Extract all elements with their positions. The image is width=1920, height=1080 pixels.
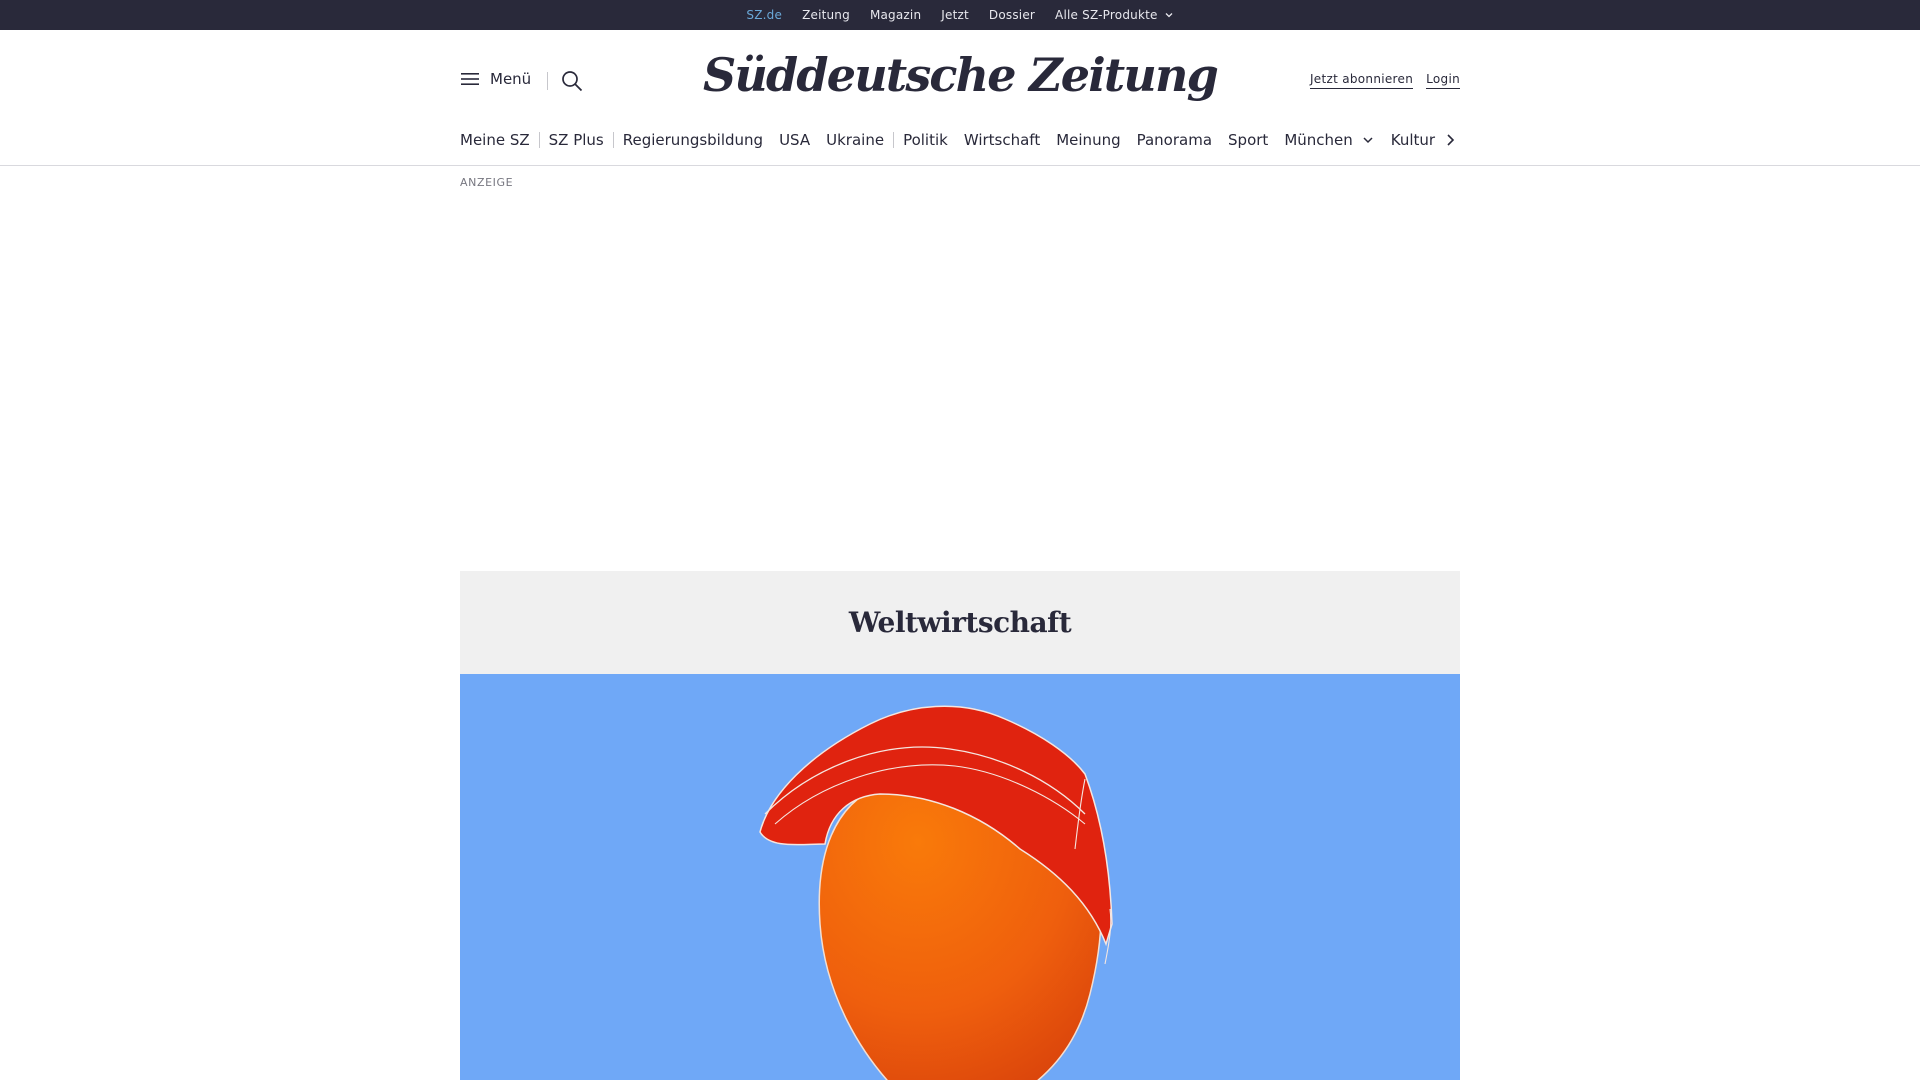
- product-link-sz-de[interactable]: SZ.de: [746, 0, 782, 30]
- product-link-dossier[interactable]: Dossier: [989, 0, 1035, 30]
- chevron-right-icon[interactable]: [1440, 130, 1460, 150]
- all-products-dropdown[interactable]: Alle SZ-Produkte: [1055, 0, 1174, 30]
- header-inner: Menü Süddeutsche Zeitung Jetzt abonniere…: [460, 30, 1460, 166]
- illustration-cap-head: [759, 705, 1113, 1080]
- ressort-divider: [612, 132, 614, 148]
- ressort-divider: [538, 132, 540, 148]
- ressort-meine-sz[interactable]: Meine SZ: [460, 131, 530, 149]
- teaser-kicker: Weltwirtschaft: [848, 606, 1072, 639]
- ressort-muenchen-label: München: [1284, 131, 1353, 149]
- ressort-politik[interactable]: Politik: [903, 131, 948, 149]
- chevron-down-icon: [1363, 137, 1373, 144]
- product-link-magazin[interactable]: Magazin: [870, 0, 921, 30]
- ressort-meinung[interactable]: Meinung: [1056, 131, 1120, 149]
- top-product-bar: SZ.de Zeitung Magazin Jetzt Dossier Alle…: [0, 0, 1920, 30]
- product-link-jetzt[interactable]: Jetzt: [941, 0, 969, 30]
- teaser-image[interactable]: [460, 674, 1460, 1080]
- ad-label: ANZEIGE: [460, 176, 514, 189]
- all-products-label: Alle SZ-Produkte: [1055, 8, 1158, 22]
- ressort-regierungsbildung[interactable]: Regierungsbildung: [623, 131, 763, 149]
- chevron-down-icon: [1165, 13, 1173, 18]
- ressort-ukraine[interactable]: Ukraine: [826, 131, 884, 149]
- ressort-kultur[interactable]: Kultur: [1391, 131, 1435, 149]
- login-link[interactable]: Login: [1426, 72, 1460, 89]
- product-link-zeitung[interactable]: Zeitung: [802, 0, 850, 30]
- ressort-nav: Meine SZ SZ Plus Regierungsbildung USA U…: [460, 128, 1460, 152]
- site-header: Menü Süddeutsche Zeitung Jetzt abonniere…: [0, 30, 1920, 166]
- ressort-muenchen[interactable]: München: [1284, 131, 1374, 149]
- teaser-card[interactable]: Weltwirtschaft: [460, 571, 1460, 1080]
- product-nav: SZ.de Zeitung Magazin Jetzt Dossier Alle…: [746, 0, 1173, 30]
- subscribe-link[interactable]: Jetzt abonnieren: [1309, 72, 1414, 89]
- ressort-sz-plus[interactable]: SZ Plus: [549, 131, 604, 149]
- ressort-divider: [893, 132, 895, 148]
- ressort-usa[interactable]: USA: [779, 131, 810, 149]
- ressort-wirtschaft[interactable]: Wirtschaft: [964, 131, 1040, 149]
- account-links: Jetzt abonnieren Login: [1309, 72, 1460, 89]
- ressort-sport[interactable]: Sport: [1228, 131, 1268, 149]
- ressort-panorama[interactable]: Panorama: [1137, 131, 1212, 149]
- teaser-header: Weltwirtschaft: [460, 571, 1460, 674]
